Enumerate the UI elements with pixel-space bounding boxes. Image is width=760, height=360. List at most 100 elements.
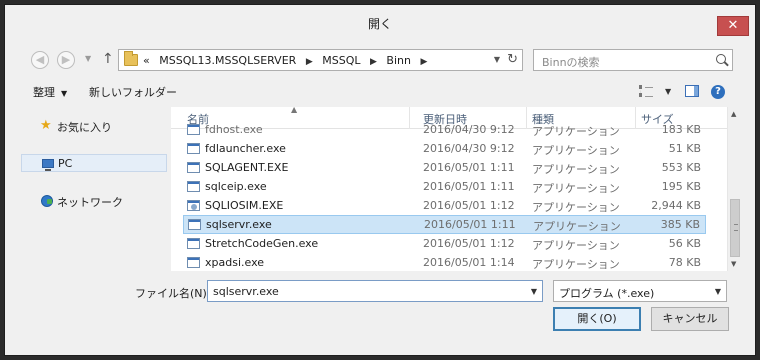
chevron-right-icon[interactable]: ▶ [420, 57, 427, 67]
file-name: SQLAGENT.EXE [205, 161, 289, 174]
chevron-down-icon: ▼ [61, 89, 68, 98]
file-row[interactable]: SQLIOSIM.EXE 2016/05/01 1:12 アプリケーション 2,… [183, 197, 706, 216]
recent-locations-dropdown[interactable]: ▼ [85, 54, 91, 63]
file-name: SQLIOSIM.EXE [205, 199, 284, 212]
file-date: 2016/05/01 1:11 [423, 161, 515, 174]
sidebar-item-pc[interactable]: PC [21, 154, 167, 172]
file-row[interactable]: sqlceip.exe 2016/05/01 1:11 アプリケーション 195… [183, 178, 706, 197]
file-name: StretchCodeGen.exe [205, 237, 319, 250]
filename-label: ファイル名(N): [135, 287, 211, 300]
file-size: 51 KB [668, 142, 701, 155]
file-row[interactable]: fdhost.exe 2016/04/30 9:12 アプリケーション 183 … [183, 121, 706, 140]
folder-icon [124, 51, 138, 66]
filename-input[interactable]: sqlservr.exe ▼ [207, 280, 543, 302]
address-dropdown-icon[interactable]: ▼ [494, 55, 500, 64]
title-bar: 開く ✕ [5, 5, 755, 39]
scroll-down-icon[interactable]: ▼ [731, 260, 736, 268]
file-date: 2016/04/30 9:12 [423, 142, 515, 155]
help-icon[interactable]: ? [711, 85, 725, 99]
view-options-icon[interactable] [639, 85, 653, 97]
cancel-button[interactable]: キャンセル [651, 307, 729, 331]
file-size: 2,944 KB [651, 199, 701, 212]
exe-file-icon [187, 124, 200, 135]
navigation-bar: ◀ ▶ ▼ ↑ « MSSQL13.MSSQLSERVER ▶ MSSQL ▶ … [5, 45, 755, 75]
file-type: アプリケーション [532, 201, 620, 214]
setup-file-icon [187, 200, 200, 211]
sidebar-item-network[interactable]: ネットワーク [21, 192, 167, 210]
search-icon[interactable] [716, 54, 726, 64]
sidebar-item-favorites[interactable]: ★ お気に入り [21, 117, 167, 135]
view-dropdown-icon[interactable]: ▼ [665, 87, 671, 96]
file-name: sqlservr.exe [206, 218, 272, 231]
new-folder-button[interactable]: 新しいフォルダー [89, 84, 177, 100]
pc-icon [42, 159, 54, 171]
file-row[interactable]: SQLAGENT.EXE 2016/05/01 1:11 アプリケーション 55… [183, 159, 706, 178]
chevron-down-icon[interactable]: ▼ [715, 287, 721, 296]
file-row[interactable]: StretchCodeGen.exe 2016/05/01 1:12 アプリケー… [183, 235, 706, 254]
breadcrumb-item[interactable]: MSSQL13.MSSQLSERVER [159, 54, 296, 67]
navigation-pane: ★ お気に入り PC ネットワーク [21, 107, 167, 271]
address-bar[interactable]: « MSSQL13.MSSQLSERVER ▶ MSSQL ▶ Binn ▶ ▼… [118, 49, 523, 71]
open-button[interactable]: 開く(O) [553, 307, 641, 331]
close-button[interactable]: ✕ [717, 16, 749, 36]
organize-button[interactable]: 整理 ▼ [33, 84, 67, 100]
file-type: アプリケーション [533, 220, 621, 233]
sidebar-item-label: PC [58, 157, 73, 170]
file-size: 195 KB [661, 180, 701, 193]
file-type: アプリケーション [532, 144, 620, 157]
file-type: アプリケーション [532, 258, 620, 271]
window-title: 開く [367, 17, 392, 31]
file-size: 183 KB [661, 123, 701, 136]
file-row[interactable]: fdlauncher.exe 2016/04/30 9:12 アプリケーション … [183, 140, 706, 159]
toolbar: 整理 ▼ 新しいフォルダー ▼ ? [5, 79, 755, 105]
sidebar-item-label: お気に入り [57, 121, 112, 134]
network-icon [41, 195, 53, 207]
back-button[interactable]: ◀ [31, 51, 49, 69]
vertical-scrollbar[interactable]: ▲ ▼ [727, 107, 741, 271]
exe-file-icon [187, 181, 200, 192]
file-name: fdlauncher.exe [205, 142, 286, 155]
breadcrumb: « MSSQL13.MSSQLSERVER ▶ MSSQL ▶ Binn ▶ [143, 54, 433, 67]
up-button[interactable]: ↑ [102, 51, 114, 67]
file-date: 2016/05/01 1:11 [424, 218, 516, 231]
file-row-selected[interactable]: sqlservr.exe 2016/05/01 1:11 アプリケーション 38… [183, 215, 706, 234]
breadcrumb-item[interactable]: Binn [386, 54, 411, 67]
chevron-right-icon[interactable]: ▶ [306, 57, 313, 67]
file-row[interactable]: xpadsi.exe 2016/05/01 1:14 アプリケーション 78 K… [183, 254, 706, 271]
chevron-down-icon[interactable]: ▼ [531, 287, 537, 296]
exe-file-icon [188, 219, 201, 230]
search-placeholder: Binnの検索 [542, 56, 600, 69]
filename-value: sqlservr.exe [213, 285, 279, 298]
exe-file-icon [187, 238, 200, 249]
forward-button[interactable]: ▶ [57, 51, 75, 69]
scroll-up-icon[interactable]: ▲ [731, 110, 736, 118]
exe-file-icon [187, 143, 200, 154]
file-type: アプリケーション [532, 125, 620, 138]
sort-ascending-icon: ▲ [291, 107, 298, 114]
file-size: 78 KB [668, 256, 701, 269]
file-size: 553 KB [661, 161, 701, 174]
open-file-dialog: 開く ✕ ◀ ▶ ▼ ↑ « MSSQL13.MSSQLSERVER ▶ MSS… [4, 4, 756, 356]
file-date: 2016/04/30 9:12 [423, 123, 515, 136]
file-name: fdhost.exe [205, 123, 263, 136]
file-type: アプリケーション [532, 239, 620, 252]
file-date: 2016/05/01 1:14 [423, 256, 515, 269]
breadcrumb-item[interactable]: MSSQL [322, 54, 360, 67]
grip-icon [734, 224, 738, 231]
file-date: 2016/05/01 1:12 [423, 199, 515, 212]
exe-file-icon [187, 257, 200, 268]
file-name: xpadsi.exe [205, 256, 265, 269]
file-type: アプリケーション [532, 182, 620, 195]
file-date: 2016/05/01 1:12 [423, 237, 515, 250]
file-type-select[interactable]: プログラム (*.exe) ▼ [553, 280, 727, 302]
scrollbar-thumb[interactable] [730, 199, 740, 257]
breadcrumb-overflow[interactable]: « [143, 54, 150, 67]
refresh-icon[interactable]: ↻ [507, 52, 518, 67]
file-list: ▲ 名前 更新日時 種類 サイズ fdhost.exe 2016/04/30 9… [171, 107, 741, 271]
star-icon: ★ [40, 118, 52, 133]
search-input[interactable]: Binnの検索 [533, 49, 733, 71]
preview-pane-icon[interactable] [685, 85, 699, 97]
file-name: sqlceip.exe [205, 180, 267, 193]
sidebar-item-label: ネットワーク [57, 196, 123, 209]
chevron-right-icon[interactable]: ▶ [370, 57, 377, 67]
